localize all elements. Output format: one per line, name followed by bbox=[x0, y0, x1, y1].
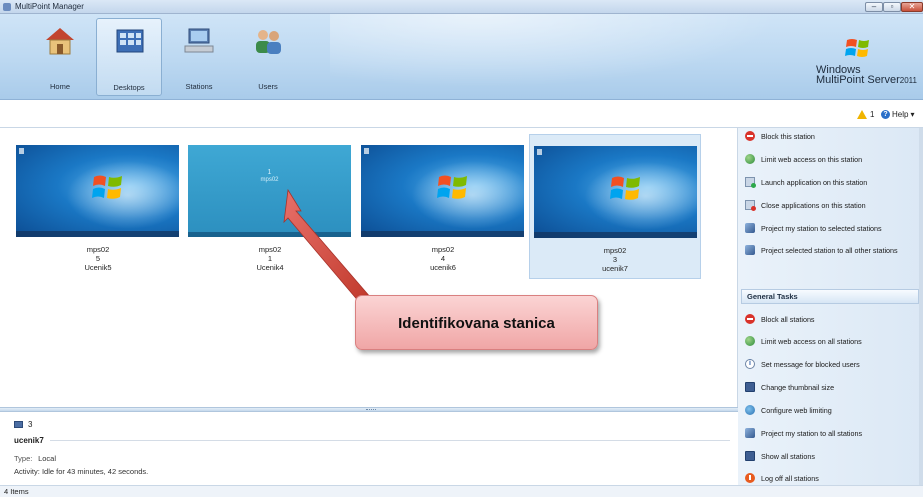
app-icon bbox=[3, 3, 11, 11]
close-button[interactable]: ✕ bbox=[901, 2, 923, 12]
close-app-icon bbox=[745, 200, 756, 211]
tab-desktops-label: Desktops bbox=[113, 83, 145, 92]
windows-multipoint-logo: Windows MultiPoint Server2011 bbox=[811, 36, 923, 96]
windows-logo-icon bbox=[437, 175, 467, 199]
warning-icon bbox=[857, 110, 867, 119]
station-screen-thumbnail bbox=[534, 146, 697, 238]
task-show-all[interactable]: Show all stations bbox=[745, 451, 917, 461]
task-change-thumbnail-size[interactable]: Change thumbnail size bbox=[745, 382, 917, 392]
callout-label: Identifikovana stanica bbox=[355, 295, 598, 350]
block-icon bbox=[745, 314, 755, 324]
task-configure-web-limiting[interactable]: Configure web limiting bbox=[745, 405, 917, 415]
task-block-all[interactable]: Block all stations bbox=[745, 314, 917, 324]
project-icon bbox=[745, 223, 755, 233]
station-screen-thumbnail bbox=[16, 145, 179, 237]
project-icon bbox=[745, 428, 755, 438]
task-project-to-selected[interactable]: Project my station to selected stations bbox=[745, 223, 917, 233]
station-screen-thumbnail: 1 mps02 bbox=[188, 145, 351, 237]
tab-home-label: Home bbox=[49, 82, 70, 91]
chevron-down-icon: ▾ bbox=[910, 110, 915, 119]
details-type: Type: Local bbox=[14, 454, 57, 463]
task-close-apps[interactable]: Close applications on this station bbox=[745, 200, 917, 211]
home-icon bbox=[46, 28, 74, 55]
tasks-scrollbar[interactable] bbox=[919, 128, 923, 485]
users-icon bbox=[256, 30, 281, 54]
tab-stations-label: Stations bbox=[185, 82, 213, 91]
launch-app-icon bbox=[745, 177, 756, 188]
close-icon: ✕ bbox=[908, 2, 916, 11]
windows-flag-icon bbox=[845, 39, 869, 57]
monitor-icon bbox=[745, 451, 755, 461]
status-bar: 4 Items bbox=[0, 485, 923, 497]
thumbnail-icon bbox=[745, 382, 755, 392]
station-caption: mps02 4 ucenik6 bbox=[430, 245, 456, 272]
station-tile[interactable]: mps02 4 ucenik6 bbox=[357, 134, 529, 279]
station-tile-selected[interactable]: mps02 3 ucenik7 bbox=[529, 134, 701, 279]
info-icon: i bbox=[745, 359, 755, 369]
ribbon: Home Desktops Stations Users Windows Mul… bbox=[0, 14, 923, 100]
task-block-station[interactable]: Block this station bbox=[745, 131, 917, 141]
toolbar: 1 ? Help ▾ bbox=[0, 100, 923, 128]
alerts-button[interactable]: 1 bbox=[857, 110, 874, 119]
station-caption: mps02 3 ucenik7 bbox=[602, 246, 628, 273]
windows-logo-icon bbox=[610, 176, 640, 200]
window-title: MultiPoint Manager bbox=[15, 2, 84, 11]
task-set-message[interactable]: i Set message for blocked users bbox=[745, 359, 917, 369]
task-log-off-all[interactable]: Log off all stations bbox=[745, 473, 917, 483]
minimize-button[interactable]: – bbox=[865, 2, 883, 12]
task-limit-web-all[interactable]: Limit web access on all stations bbox=[745, 336, 917, 346]
station-tile[interactable]: mps02 5 Ucenik5 bbox=[12, 134, 184, 279]
task-project-to-all[interactable]: Project my station to all stations bbox=[745, 428, 917, 438]
minimize-icon: – bbox=[871, 2, 877, 11]
tab-users[interactable]: Users bbox=[235, 18, 301, 96]
details-activity: Activity: Idle for 43 minutes, 42 second… bbox=[14, 467, 149, 476]
logoff-icon bbox=[745, 473, 755, 483]
alert-count: 1 bbox=[870, 110, 875, 119]
tab-home[interactable]: Home bbox=[27, 18, 93, 96]
globe-icon bbox=[745, 154, 755, 164]
task-limit-web-station[interactable]: Limit web access on this station bbox=[745, 154, 917, 164]
station-number: 3 bbox=[14, 420, 32, 429]
station-caption: mps02 1 Ucenik4 bbox=[256, 245, 284, 272]
tab-desktops[interactable]: Desktops bbox=[96, 18, 162, 96]
help-icon: ? bbox=[881, 110, 890, 119]
maximize-button[interactable]: ▫ bbox=[883, 2, 901, 12]
details-pane: 3 ucenik7 Type: Local Activity: Idle for… bbox=[0, 412, 738, 485]
title-bar: MultiPoint Manager – ▫ ✕ bbox=[0, 0, 923, 14]
station-screen-thumbnail bbox=[361, 145, 524, 237]
monitor-icon bbox=[14, 421, 23, 428]
brand-line2: MultiPoint Server2011 bbox=[816, 74, 917, 86]
block-icon bbox=[745, 131, 755, 141]
help-label: Help bbox=[892, 110, 909, 119]
details-user: ucenik7 bbox=[14, 436, 44, 445]
stations-icon bbox=[184, 28, 214, 53]
maximize-icon: ▫ bbox=[890, 2, 894, 11]
globe-icon bbox=[745, 336, 755, 346]
station-thumbnails: mps02 5 Ucenik5 1 mps02 mps02 1 Ucenik4 mps0… bbox=[0, 128, 738, 407]
windows-logo-icon bbox=[92, 175, 122, 199]
tasks-pane: Block this station Limit web access on t… bbox=[738, 128, 923, 485]
project-icon bbox=[745, 245, 755, 255]
configure-icon bbox=[745, 405, 755, 415]
tab-users-label: Users bbox=[258, 82, 278, 91]
general-tasks-header[interactable]: General Tasks bbox=[741, 289, 919, 304]
task-project-selected-to-all[interactable]: Project selected station to all other st… bbox=[745, 245, 917, 255]
tab-stations[interactable]: Stations bbox=[166, 18, 232, 96]
station-caption: mps02 5 Ucenik5 bbox=[84, 245, 112, 272]
help-button[interactable]: ? Help ▾ bbox=[881, 110, 914, 119]
task-launch-app[interactable]: Launch application on this station bbox=[745, 177, 917, 188]
station-tile-identified[interactable]: 1 mps02 mps02 1 Ucenik4 bbox=[184, 134, 356, 279]
desktops-icon bbox=[116, 29, 144, 53]
